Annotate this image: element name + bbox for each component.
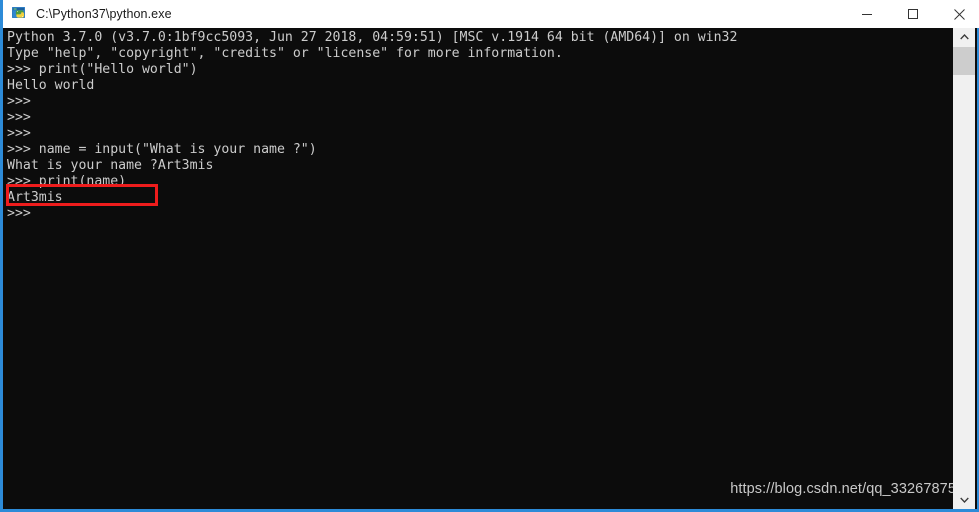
- scroll-down-button[interactable]: [953, 491, 975, 509]
- console-line: >>> name = input("What is your name ?"): [7, 142, 317, 157]
- watermark-text: https://blog.csdn.net/qq_33267875: [730, 481, 956, 497]
- console-line: What is your name ?Art3mis: [7, 158, 214, 173]
- console-line: >>> print("Hello world"): [7, 62, 198, 77]
- console-line: Python 3.7.0 (v3.7.0:1bf9cc5093, Jun 27 …: [7, 30, 738, 45]
- close-button[interactable]: [936, 0, 979, 28]
- console-line: Hello world: [7, 78, 95, 93]
- vertical-scrollbar[interactable]: [953, 28, 975, 509]
- console-line: >>>: [7, 110, 31, 125]
- scroll-up-button[interactable]: [953, 28, 975, 46]
- console-output-area[interactable]: Python 3.7.0 (v3.7.0:1bf9cc5093, Jun 27 …: [6, 28, 958, 509]
- console-line: >>>: [7, 206, 31, 221]
- console-line: >>> print(name): [7, 174, 127, 189]
- console-line: >>>: [7, 94, 31, 109]
- console-line: >>>: [7, 126, 31, 141]
- python-console-window: C:\Python37\python.exe Python 3.7.0 (v3.…: [0, 0, 979, 512]
- title-bar[interactable]: C:\Python37\python.exe: [3, 0, 979, 28]
- console-line: Type "help", "copyright", "credits" or "…: [7, 46, 563, 61]
- minimize-button[interactable]: [844, 0, 890, 28]
- scrollbar-thumb[interactable]: [953, 47, 975, 75]
- window-title: C:\Python37\python.exe: [36, 7, 172, 21]
- console-line-list: Python 3.7.0 (v3.7.0:1bf9cc5093, Jun 27 …: [6, 30, 958, 222]
- console-line: Art3mis: [7, 190, 63, 205]
- maximize-button[interactable]: [890, 0, 936, 28]
- python-console-icon: [12, 6, 28, 22]
